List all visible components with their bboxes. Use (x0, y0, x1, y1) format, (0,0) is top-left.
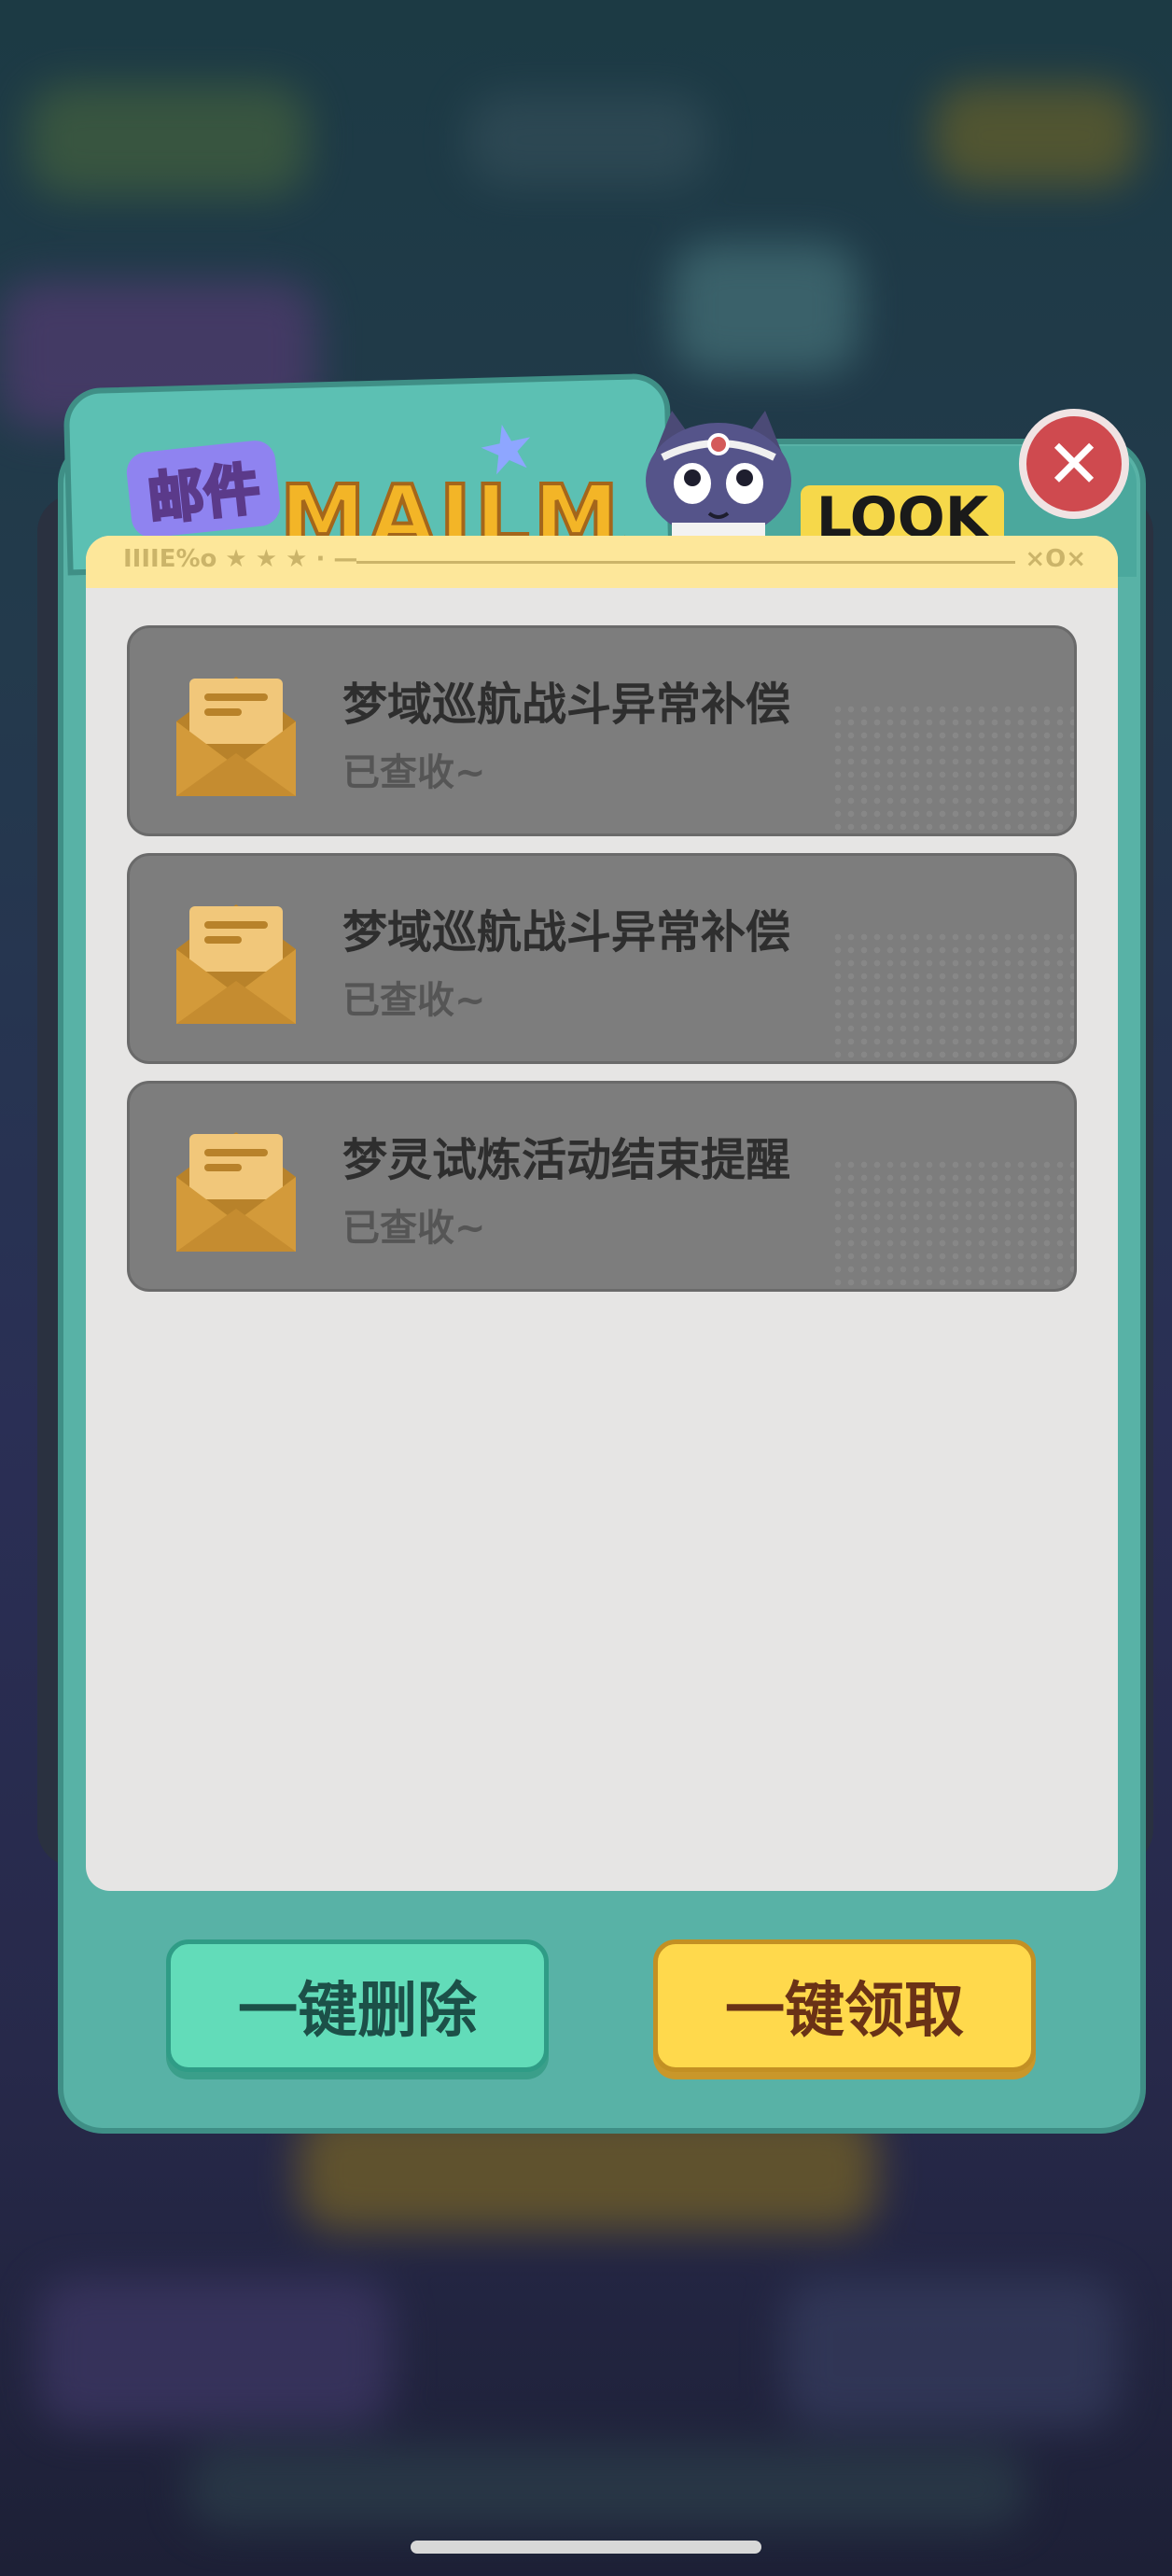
delete-all-button[interactable]: 一键删除 (166, 1939, 549, 2072)
mail-status: 已查收~ (342, 979, 486, 1022)
mail-title: 梦灵试炼活动结束提醒 (342, 1134, 791, 1186)
mail-status: 已查收~ (342, 751, 486, 794)
mail-status: 已查收~ (342, 1207, 486, 1250)
mail-item[interactable]: 梦域巡航战斗异常补偿 已查收~ (127, 625, 1077, 836)
mail-list: 梦域巡航战斗异常补偿 已查收~ 梦域巡航战斗异常补偿 已查收~ 梦灵试炼活动结束… (127, 625, 1077, 1309)
sheet-header-strip: IIIIE%o ★ ★ ★ · — ×O× (86, 536, 1118, 588)
envelope-open-icon (176, 677, 296, 796)
cat-mascot-icon (646, 411, 791, 541)
mail-list-sheet: IIIIE%o ★ ★ ★ · — ×O× 梦域巡航战斗异常补偿 已查收~ 梦域… (86, 536, 1118, 1891)
mail-item[interactable]: 梦灵试炼活动结束提醒 已查收~ (127, 1081, 1077, 1292)
dot-pattern (831, 1158, 1074, 1289)
claim-all-button[interactable]: 一键领取 (653, 1939, 1036, 2072)
mail-title: 梦域巡航战斗异常补偿 (342, 679, 791, 731)
envelope-open-icon (176, 1132, 296, 1252)
mail-title: 梦域巡航战斗异常补偿 (342, 906, 791, 959)
strip-decoration-left: IIIIE%o ★ ★ ★ · — (123, 545, 358, 573)
dot-pattern (831, 931, 1074, 1061)
envelope-open-icon (176, 904, 296, 1024)
close-button[interactable]: ✕ (1019, 409, 1129, 519)
strip-decoration-right: ×O× (1025, 545, 1086, 573)
mail-item[interactable]: 梦域巡航战斗异常补偿 已查收~ (127, 853, 1077, 1064)
dot-pattern (831, 703, 1074, 833)
mail-badge-label: 邮件 (144, 455, 265, 534)
close-icon: ✕ (1045, 425, 1103, 503)
mail-badge: 邮件 (124, 438, 283, 540)
home-indicator[interactable] (411, 2541, 761, 2554)
strip-line (356, 561, 1015, 564)
